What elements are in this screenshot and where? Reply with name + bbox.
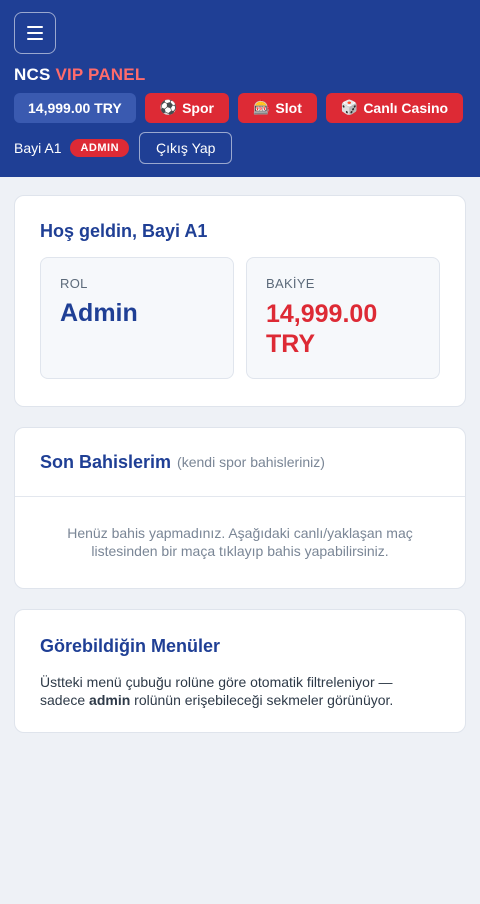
visible-menus-title: Görebildiğin Menüler bbox=[40, 636, 221, 656]
recent-bets-title: Son Bahislerim bbox=[40, 451, 172, 472]
role-stat-value: Admin bbox=[60, 299, 138, 327]
main-content: Hoş geldin, Bayi A1 ROL Admin BAKİYE 14,… bbox=[0, 177, 480, 771]
welcome-title: Hoş geldin, Bayi A1 bbox=[40, 221, 208, 241]
role-stat: ROL Admin bbox=[40, 257, 234, 379]
nav-slot-label: Slot bbox=[275, 100, 302, 116]
hamburger-icon bbox=[27, 26, 43, 40]
nav-spor-button[interactable]: ⚽ Spor bbox=[144, 93, 229, 123]
brand-accent: VIP PANEL bbox=[55, 65, 146, 84]
role-stat-label: ROL bbox=[60, 276, 88, 291]
dice-icon: 🎲 bbox=[340, 100, 359, 116]
logout-button[interactable]: Çıkış Yap bbox=[139, 132, 233, 164]
visible-menus-text: Üstteki menü çubuğu rolüne göre otomatik… bbox=[40, 673, 440, 709]
nav-slot-button[interactable]: 🎰 Slot bbox=[237, 93, 317, 123]
nav-live-casino-label: Canlı Casino bbox=[363, 100, 449, 116]
recent-bets-header: Son Bahislerim (kendi spor bahisleriniz) bbox=[15, 428, 465, 497]
user-name: Bayi A1 bbox=[14, 140, 62, 156]
visible-menus-text-after: rolünün erişebileceği sekmeler görünüyor… bbox=[130, 692, 394, 708]
header-nav-row: 14,999.00 TRY ⚽ Spor 🎰 Slot 🎲 Canlı Casi… bbox=[14, 93, 466, 123]
slot-machine-icon: 🎰 bbox=[252, 100, 271, 116]
visible-menus-role: admin bbox=[89, 692, 131, 708]
balance-stat: BAKİYE 14,999.00 TRY bbox=[246, 257, 440, 379]
brand-primary: NCS bbox=[14, 65, 51, 84]
role-badge: ADMIN bbox=[70, 139, 130, 157]
visible-menus-card: Görebildiğin Menüler Üstteki menü çubuğu… bbox=[14, 609, 466, 733]
nav-live-casino-button[interactable]: 🎲 Canlı Casino bbox=[325, 93, 464, 123]
recent-bets-empty-text: Henüz bahis yapmadınız. Aşağıdaki canlı/… bbox=[67, 525, 413, 559]
brand-logo: NCS VIP PANEL bbox=[14, 65, 466, 85]
balance-chip: 14,999.00 TRY bbox=[14, 93, 136, 123]
stats-row: ROL Admin BAKİYE 14,999.00 TRY bbox=[40, 257, 440, 379]
user-row: Bayi A1 ADMIN Çıkış Yap bbox=[14, 132, 466, 164]
nav-spor-label: Spor bbox=[182, 100, 214, 116]
recent-bets-subtitle: (kendi spor bahisleriniz) bbox=[177, 454, 325, 470]
recent-bets-card: Son Bahislerim (kendi spor bahisleriniz)… bbox=[14, 427, 466, 589]
soccer-ball-icon: ⚽ bbox=[159, 100, 178, 116]
menu-toggle-button[interactable] bbox=[14, 12, 56, 54]
balance-stat-label: BAKİYE bbox=[266, 276, 315, 291]
top-header: NCS VIP PANEL 14,999.00 TRY ⚽ Spor 🎰 Slo… bbox=[0, 0, 480, 177]
welcome-card: Hoş geldin, Bayi A1 ROL Admin BAKİYE 14,… bbox=[14, 195, 466, 407]
balance-stat-value: 14,999.00 TRY bbox=[266, 300, 378, 358]
